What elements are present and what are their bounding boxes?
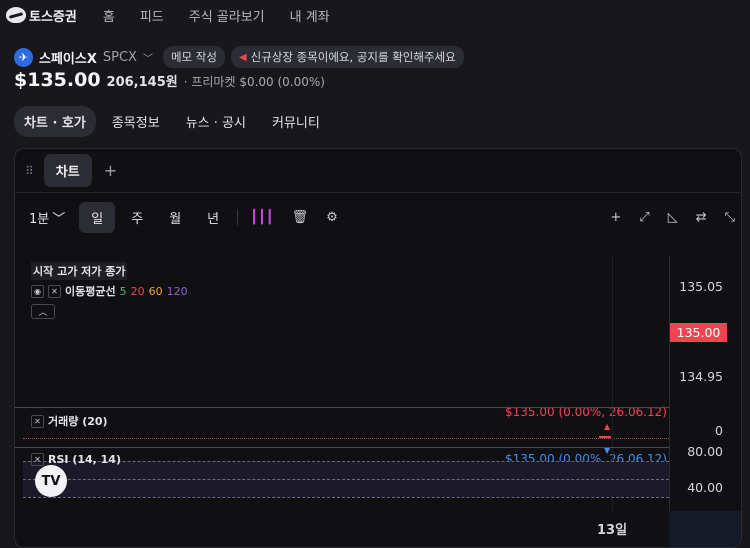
pane-divider[interactable] <box>15 407 741 408</box>
drag-handle-icon[interactable]: ⠿ <box>25 164 34 178</box>
stock-name[interactable]: 스페이스X <box>39 48 97 67</box>
high-marker: ▲ <box>604 422 611 431</box>
stock-code[interactable]: SPCX <box>103 50 137 65</box>
stock-tabs: 차트 · 호가 종목정보 뉴스 · 공시 커뮤니티 <box>14 106 330 137</box>
nav-stock-screener[interactable]: 주식 골라보기 <box>189 6 265 25</box>
eye-icon[interactable]: ◉ <box>31 284 44 298</box>
axis-corner <box>669 511 741 547</box>
chart-toolbar: 1분 ﹀ 일 주 월 년 ┃┃┃ 🗑 ⚙ + ⤢ ◺ ⇄ ⤡ <box>23 201 735 233</box>
nav-feed[interactable]: 피드 <box>140 6 164 25</box>
period-day[interactable]: 일 <box>79 201 116 233</box>
pane-divider[interactable] <box>15 447 741 448</box>
period-year[interactable]: 년 <box>201 202 225 233</box>
ohlc-legend: 시작 고가 저가 종가 <box>31 262 128 280</box>
current-price-tag: 135.00 <box>670 323 727 342</box>
chart-panel-header: ⠿ 차트 + <box>15 149 741 193</box>
period-month[interactable]: 월 <box>163 202 187 233</box>
volume-axis-label: 0 <box>715 423 723 438</box>
airplane-icon: ✈ <box>14 47 33 67</box>
close-icon[interactable]: ✕ <box>31 414 44 428</box>
timeframe-select[interactable]: 1분 ﹀ <box>23 202 71 233</box>
volume-label: 거래량 (20) <box>48 415 108 428</box>
memo-button[interactable]: 메모 작성 <box>162 46 225 68</box>
axis-tick-label: 135.05 <box>679 279 723 294</box>
add-tab-icon[interactable]: + <box>104 161 117 180</box>
chevron-up-icon[interactable]: ︿ <box>31 304 55 319</box>
close-icon[interactable]: ✕ <box>48 284 61 298</box>
tab-chart[interactable]: 차트 <box>43 154 92 187</box>
time-axis-label: 13일 <box>597 523 628 538</box>
top-nav: 토스증권 홈 피드 주식 골라보기 내 계좌 <box>0 0 750 30</box>
timeframe-label: 1분 <box>29 211 50 227</box>
fullscreen-icon[interactable]: ⤡ <box>725 210 735 225</box>
gear-icon[interactable]: ⚙ <box>326 210 338 225</box>
price-krw: 206,145원 <box>106 75 178 90</box>
tab-news[interactable]: 뉴스 · 공시 <box>176 106 256 137</box>
megaphone-icon: ◀ <box>238 51 247 63</box>
chart-panel: ⠿ 차트 + 1분 ﹀ 일 주 월 년 ┃┃┃ 🗑 ⚙ + ⤢ ◺ ⇄ ⤡ ▲ … <box>14 148 742 548</box>
ma-legend: ◉ ✕ 이동평균선 5 20 60 120 <box>31 283 188 299</box>
trash-icon[interactable]: 🗑 <box>292 210 309 225</box>
price-row: $135.00 206,145원 · 프리마켓 $0.00 (0.00%) <box>14 69 325 95</box>
price-axis[interactable]: 135.05 135.00 134.95 0 80.00 40.00 <box>669 255 741 511</box>
period-week[interactable]: 주 <box>125 202 149 233</box>
notice-text: 신규상장 종목이에요, 공지를 확인해주세요 <box>250 50 456 64</box>
triangle-ruler-icon[interactable]: ◺ <box>668 210 678 225</box>
chevron-down-icon[interactable]: ﹀ <box>143 50 153 65</box>
nav-home[interactable]: 홈 <box>103 6 115 25</box>
stock-header: ✈ 스페이스X SPCX ﹀ 메모 작성 ◀ 신규상장 종목이에요, 공지를 확… <box>14 45 464 69</box>
rsi-legend: ✕ RSI (14, 14) <box>31 453 121 466</box>
rsi-lower-line <box>23 497 669 498</box>
premarket-price: · 프리마켓 $0.00 (0.00%) <box>183 75 325 89</box>
rsi-axis-label: 40.00 <box>687 480 723 495</box>
swap-icon[interactable]: ⇄ <box>696 210 707 225</box>
rsi-mid-line <box>23 479 669 480</box>
tab-chart-orderbook[interactable]: 차트 · 호가 <box>14 106 96 137</box>
ma-20: 20 <box>130 284 145 298</box>
crosshair-icon[interactable]: + <box>610 210 621 225</box>
candle <box>599 436 611 438</box>
close-icon[interactable]: ✕ <box>31 453 44 466</box>
rsi-axis-label: 80.00 <box>687 444 723 459</box>
drawing-tools: + ⤢ ◺ ⇄ ⤡ <box>610 201 735 233</box>
toolbar-divider <box>237 209 239 225</box>
tab-community[interactable]: 커뮤니티 <box>262 106 330 137</box>
toss-logo[interactable]: 토스증권 <box>6 6 77 25</box>
ma-name: 이동평균선 <box>65 285 116 298</box>
toss-logo-icon <box>6 7 26 23</box>
current-price: $135.00 <box>14 69 101 91</box>
current-price-line <box>23 438 669 439</box>
tradingview-logo[interactable]: TV <box>35 465 67 497</box>
rsi-label: RSI (14, 14) <box>48 453 121 466</box>
tab-stock-info[interactable]: 종목정보 <box>102 106 170 137</box>
chevron-down-icon: ﹀ <box>52 211 66 227</box>
trendline-icon[interactable]: ⤢ <box>639 210 649 225</box>
notice-chip[interactable]: ◀ 신규상장 종목이에요, 공지를 확인해주세요 <box>230 46 464 68</box>
axis-tick-label: 134.95 <box>679 369 723 384</box>
volume-legend: ✕ 거래량 (20) <box>31 413 108 429</box>
ma-5: 5 <box>119 284 127 298</box>
ma-120: 120 <box>166 284 188 298</box>
brand-name: 토스증권 <box>29 9 77 25</box>
indicator-icon[interactable]: ┃┃┃ <box>250 210 273 225</box>
nav-my-account[interactable]: 내 계좌 <box>290 6 330 25</box>
ma-60: 60 <box>148 284 163 298</box>
